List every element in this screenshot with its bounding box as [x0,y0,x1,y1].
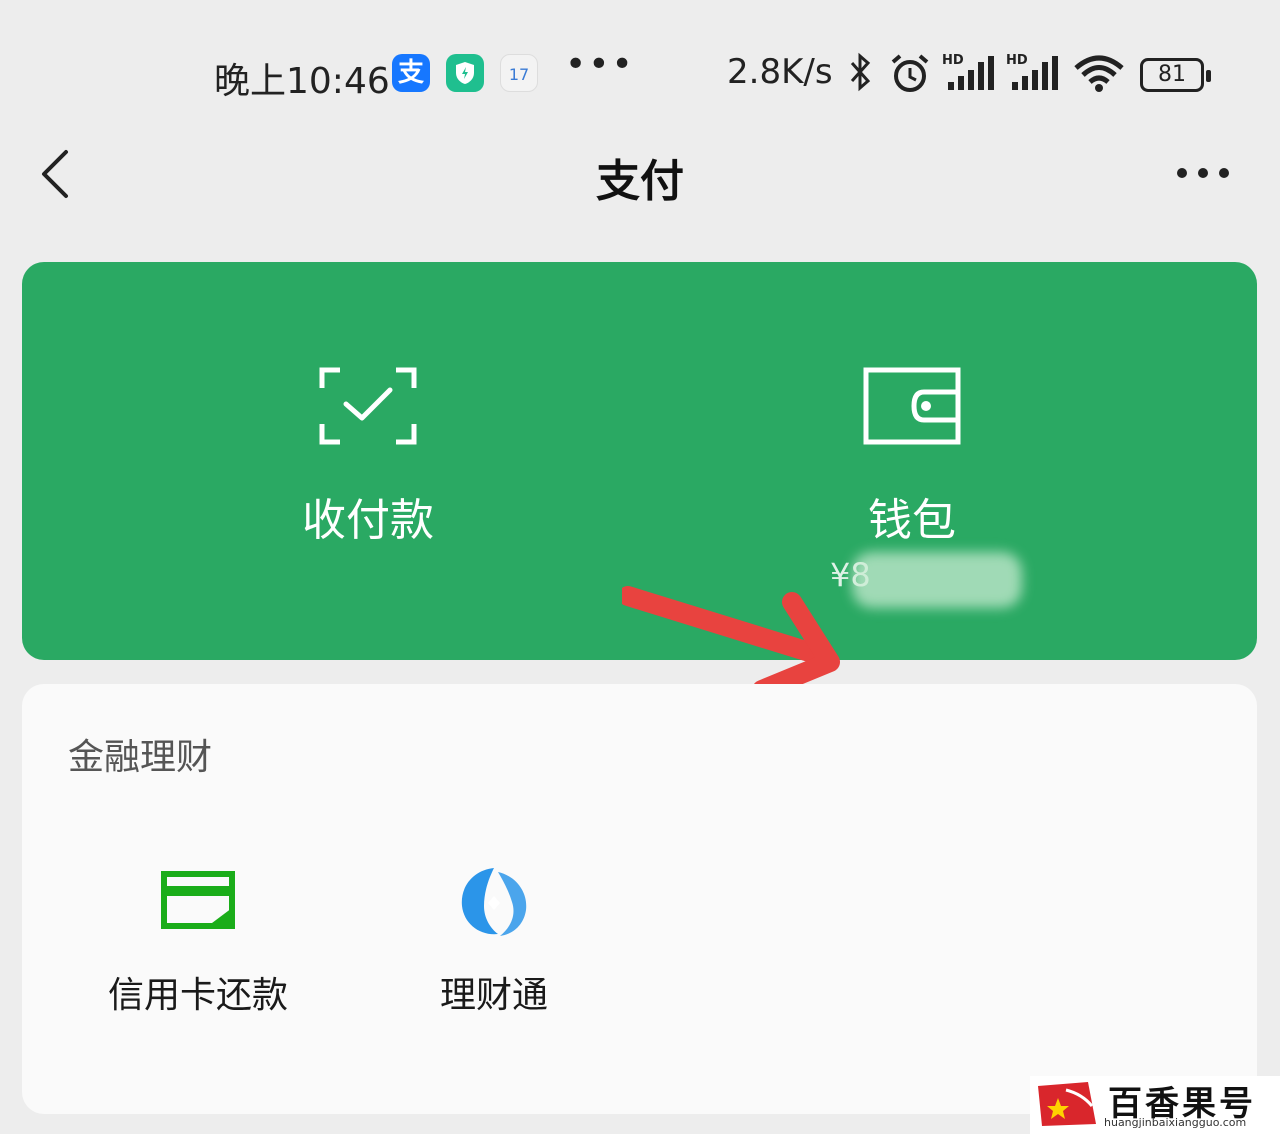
signal-hd-icon: HD [942,53,994,90]
status-time: 晚上10:46 [214,61,390,102]
wallet-button[interactable]: 钱包 ¥8 [762,262,1062,660]
alarm-icon [891,54,929,92]
network-speed: 2.8K/s [727,52,833,92]
watermark: 百香果号 huangjinbaixiangguo.com [1030,1076,1280,1134]
page-title: 支付 [596,156,684,207]
finance-section-title: 金融理财 [68,737,213,778]
licaitong-icon [461,868,527,936]
shield-icon [446,54,484,92]
pay-receive-label: 收付款 [302,495,434,546]
scan-check-icon [319,367,417,445]
svg-text:HD: HD [942,53,964,68]
licaitong-label: 理财通 [439,975,548,1016]
battery-icon: 81 [1140,58,1211,92]
alipay-icon: 支 [392,54,430,92]
watermark-logo-icon [1038,1082,1096,1126]
watermark-url: huangjinbaixiangguo.com [1104,1116,1247,1129]
balance-blur-mask [852,552,1022,608]
finance-card: 金融理财 信用卡还款 理财通 [22,684,1257,1114]
notification-more-icon: ••• [565,44,635,85]
more-dots-icon[interactable] [1170,150,1236,196]
payment-card: 收付款 钱包 ¥8 [22,262,1257,700]
credit-card-icon [161,871,235,929]
status-bar: 晚上10:46 支 17 ••• 2.8K/s HD HD 81 [0,40,1280,110]
pay-receive-button[interactable]: 收付款 [218,262,518,660]
credit-card-repay-button[interactable]: 信用卡还款 [68,854,328,1016]
credit-card-repay-label: 信用卡还款 [107,975,288,1016]
wifi-icon [1074,55,1124,92]
wallet-icon [863,367,961,445]
licaitong-button[interactable]: 理财通 [364,854,624,1016]
calendar-icon: 17 [500,54,538,92]
signal-hd-icon: HD [1006,53,1058,90]
bluetooth-icon [850,52,871,92]
svg-text:HD: HD [1006,53,1028,68]
wallet-label: 钱包 [868,495,956,546]
